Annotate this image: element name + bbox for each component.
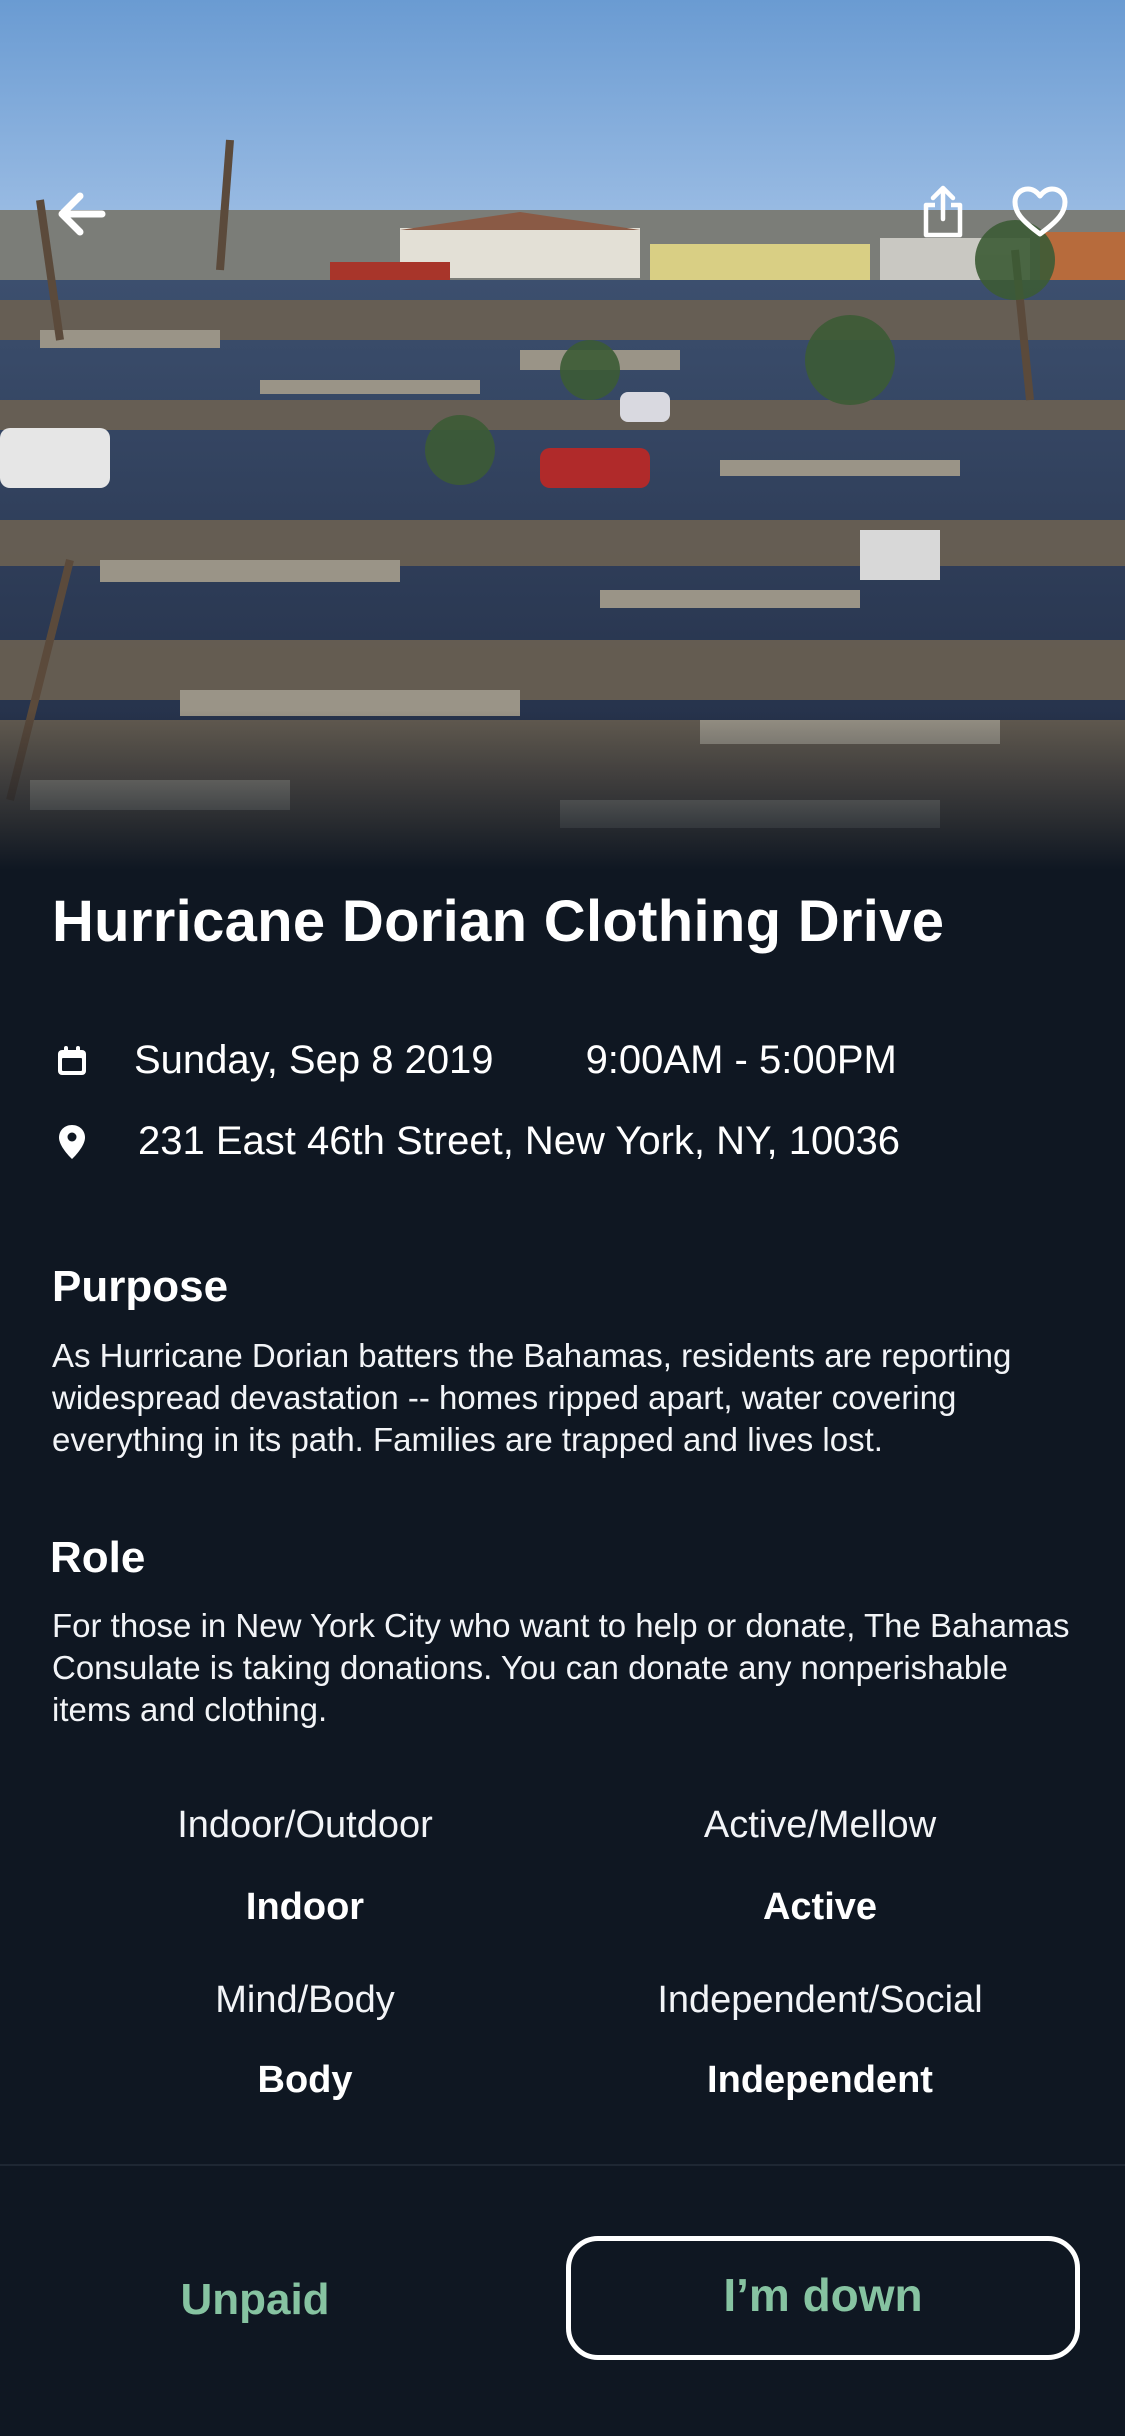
event-time: 9:00AM - 5:00PM bbox=[585, 1038, 897, 1082]
back-arrow-icon bbox=[58, 192, 106, 241]
attribute-label: Mind/Body bbox=[215, 1979, 395, 2021]
pay-status-label: Unpaid bbox=[180, 2275, 330, 2324]
event-title: Hurricane Dorian Clothing Drive bbox=[52, 889, 945, 954]
hero-image bbox=[0, 0, 1125, 870]
share-icon bbox=[920, 185, 966, 244]
im-down-button[interactable]: I’m down bbox=[566, 2236, 1080, 2360]
share-button[interactable] bbox=[903, 174, 983, 254]
event-datetime-row: Sunday, Sep 8 2019 9:00AM - 5:00PM bbox=[52, 1038, 897, 1083]
attribute-mind-body: Mind/Body Body bbox=[45, 1975, 565, 2105]
event-location-row[interactable]: 231 East 46th Street, New York, NY, 1003… bbox=[52, 1119, 900, 1164]
favorite-button[interactable] bbox=[1000, 174, 1080, 254]
attribute-indoor-outdoor: Indoor/Outdoor Indoor bbox=[45, 1800, 565, 1932]
location-pin-icon bbox=[52, 1122, 92, 1162]
heart-icon bbox=[1011, 186, 1069, 243]
purpose-text: As Hurricane Dorian batters the Bahamas,… bbox=[52, 1337, 1012, 1458]
attribute-value: Indoor bbox=[245, 1886, 365, 1928]
back-button[interactable] bbox=[42, 176, 122, 256]
attribute-label: Active/Mellow bbox=[703, 1804, 937, 1846]
attribute-label: Independent/Social bbox=[657, 1979, 983, 2021]
attribute-independent-social: Independent/Social Independent bbox=[560, 1975, 1080, 2105]
attribute-value: Body bbox=[257, 2059, 353, 2101]
attribute-value: Independent bbox=[707, 2059, 933, 2101]
attribute-value: Active bbox=[762, 1886, 878, 1928]
role-heading: Role bbox=[50, 1533, 146, 1582]
calendar-icon bbox=[52, 1041, 92, 1081]
attribute-label: Indoor/Outdoor bbox=[177, 1804, 433, 1846]
event-address: 231 East 46th Street, New York, NY, 1003… bbox=[138, 1119, 900, 1163]
event-date: Sunday, Sep 8 2019 bbox=[134, 1038, 494, 1082]
attribute-active-mellow: Active/Mellow Active bbox=[560, 1800, 1080, 1932]
footer-divider bbox=[0, 2164, 1125, 2166]
purpose-heading: Purpose bbox=[52, 1262, 229, 1311]
role-text: For those in New York City who want to h… bbox=[52, 1607, 1070, 1728]
